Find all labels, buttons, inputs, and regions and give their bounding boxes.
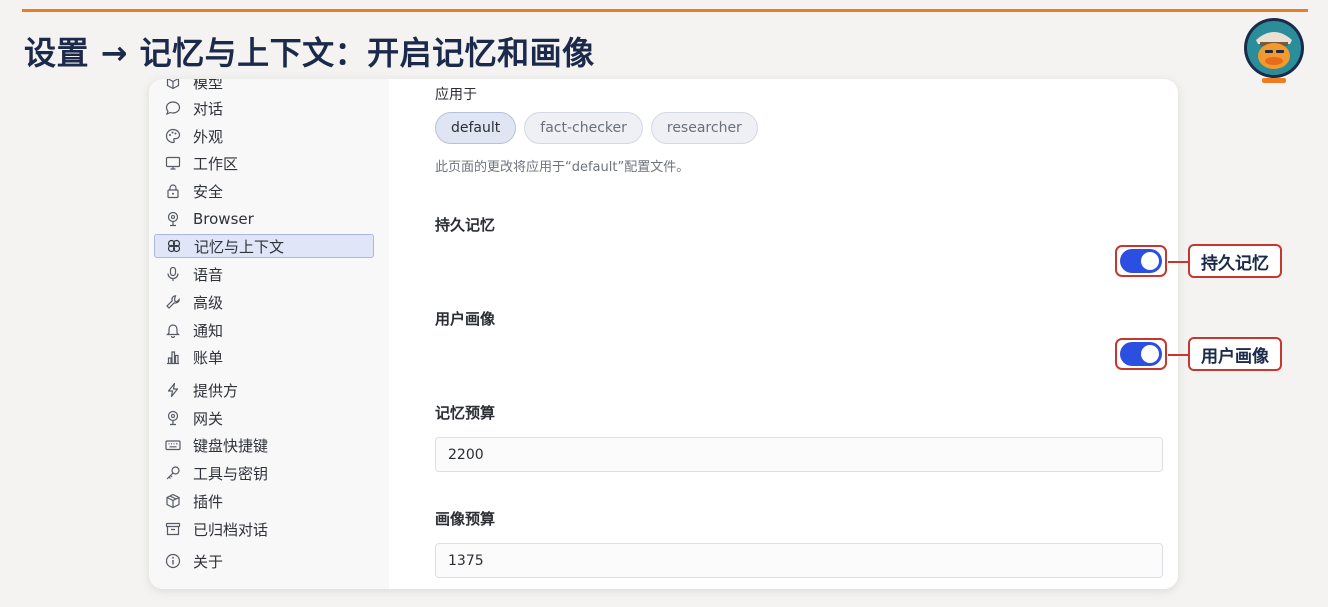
keyboard-icon [165,437,181,453]
memory-budget-input[interactable]: 2200 [435,437,1163,472]
sidebar-item-label: 键盘快捷键 [193,436,269,455]
sidebar-item-label: 关于 [193,552,224,571]
settings-content: 应用于 default fact-checker researcher 此页面的… [389,79,1178,589]
sidebar-item-label: 网关 [193,409,224,428]
globe-stand-icon [165,211,181,227]
sidebar-item-keyboard-shortcuts[interactable]: 键盘快捷键 [154,433,374,457]
persistent-memory-title: 持久记忆 [435,216,496,234]
sidebar-item-label: Browser [193,210,254,228]
duck-mascot-icon [1240,16,1308,84]
settings-sidebar: 模型 对话 外观 工作区 安全 Browser 记忆与上下文 语音 高级 通知 … [149,79,389,589]
sidebar-item-about[interactable]: 关于 [154,549,374,573]
sidebar-item-providers[interactable]: 提供方 [154,378,374,402]
sidebar-item-gateway[interactable]: 网关 [154,406,374,430]
profile-budget-input[interactable]: 1375 [435,543,1163,578]
monitor-icon [165,155,181,171]
sidebar-item-plugins[interactable]: 插件 [154,489,374,513]
sidebar-item-label: 提供方 [193,381,239,400]
sidebar-item-workspace[interactable]: 工作区 [154,151,374,175]
sidebar-item-model[interactable]: 模型 [154,79,374,94]
memory-budget-title: 记忆预算 [435,404,496,422]
sidebar-item-label: 模型 [193,79,224,92]
info-icon [165,553,181,569]
palette-icon [165,128,181,144]
toggle-knob [1141,345,1159,363]
sidebar-item-advanced[interactable]: 高级 [154,290,374,314]
sidebar-item-label: 对话 [193,99,224,118]
sidebar-item-memory-context[interactable]: 记忆与上下文 [154,234,374,258]
sidebar-item-billing[interactable]: 账单 [154,345,374,369]
sidebar-item-label: 安全 [193,182,224,201]
sidebar-item-label: 高级 [193,293,224,312]
callout-connector [1168,354,1189,356]
wrench-icon [165,294,181,310]
apply-to-label: 应用于 [435,87,477,103]
bell-icon [165,322,181,338]
brain-icon [166,238,182,254]
sidebar-item-label: 已归档对话 [193,520,269,539]
sidebar-item-browser[interactable]: Browser [154,207,374,231]
cube-icon [165,79,181,90]
persistent-memory-toggle[interactable] [1120,249,1162,273]
persistent-memory-highlight [1115,245,1167,277]
user-profile-highlight [1115,338,1167,370]
profile-chip-researcher[interactable]: researcher [650,112,758,144]
package-icon [165,493,181,509]
sidebar-item-label: 通知 [193,321,224,340]
sidebar-item-archived-chats[interactable]: 已归档对话 [154,517,374,541]
callout-connector [1168,261,1189,263]
sidebar-item-label: 工具与密钥 [193,464,269,483]
callout-persistent-memory: 持久记忆 [1188,244,1282,278]
user-profile-title: 用户画像 [435,310,496,328]
sidebar-item-label: 插件 [193,492,224,511]
globe-stand-icon [165,410,181,426]
lightning-icon [165,382,181,398]
sidebar-item-chat[interactable]: 对话 [154,96,374,120]
profile-budget-title: 画像预算 [435,510,496,528]
sidebar-item-tools-keys[interactable]: 工具与密钥 [154,461,374,485]
title-accent-rule [22,9,1308,12]
lock-icon [165,183,181,199]
sidebar-item-label: 记忆与上下文 [194,237,285,256]
microphone-icon [165,266,181,282]
bar-chart-icon [165,349,181,365]
slide-title: 设置 → 记忆与上下文：开启记忆和画像 [24,34,595,72]
profile-chip-default[interactable]: default [435,112,517,144]
sidebar-item-label: 外观 [193,127,224,146]
profile-chip-fact-checker[interactable]: fact-checker [524,112,643,144]
profile-chips: default fact-checker researcher [435,112,758,144]
toggle-knob [1141,252,1159,270]
chat-bubble-icon [165,100,181,116]
settings-window: 模型 对话 外观 工作区 安全 Browser 记忆与上下文 语音 高级 通知 … [149,79,1178,589]
sidebar-item-label: 语音 [193,265,224,284]
user-profile-toggle[interactable] [1120,342,1162,366]
sidebar-item-notifications[interactable]: 通知 [154,318,374,342]
callout-user-profile: 用户画像 [1188,337,1282,371]
sidebar-item-voice[interactable]: 语音 [154,262,374,286]
profile-hint: 此页面的更改将应用于“default”配置文件。 [435,160,690,175]
archive-icon [165,521,181,537]
sidebar-item-appearance[interactable]: 外观 [154,124,374,148]
sidebar-item-label: 账单 [193,348,224,367]
sidebar-item-security[interactable]: 安全 [154,179,374,203]
sidebar-item-label: 工作区 [193,154,239,173]
key-icon [165,465,181,481]
